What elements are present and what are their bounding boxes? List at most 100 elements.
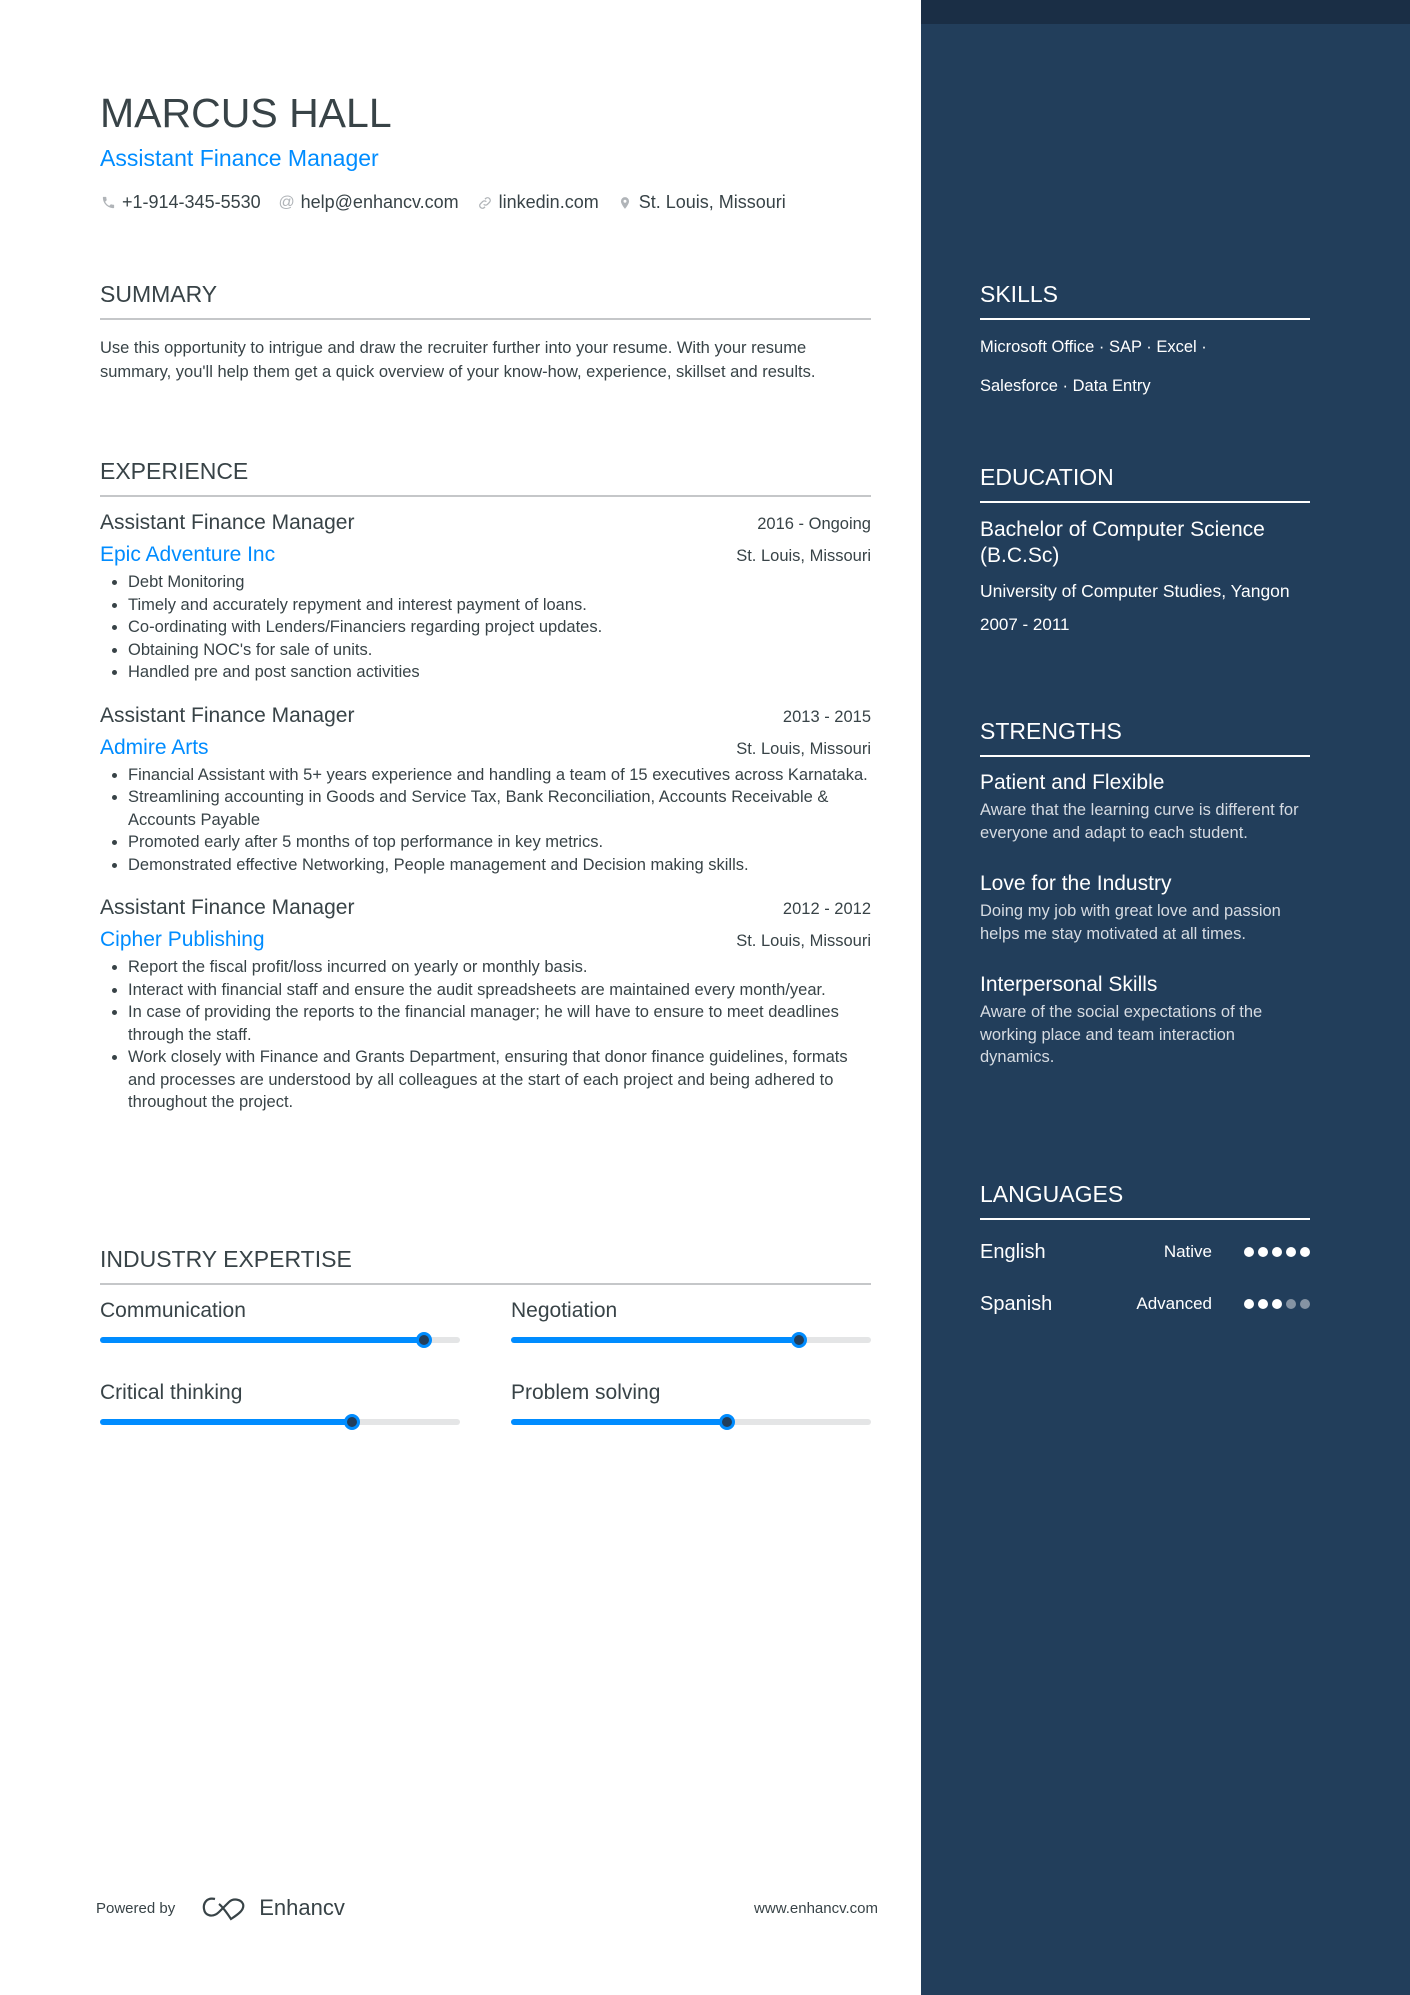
languages-heading: LANGUAGES [980,1181,1310,1220]
bullet: Demonstrated effective Networking, Peopl… [128,854,871,877]
job-entry: Assistant Finance Manager 2013 - 2015 Ad… [100,704,871,877]
location-pin-icon [617,195,633,211]
job-company: Cipher Publishing [100,928,265,951]
bullet: Report the fiscal profit/loss incurred o… [128,956,871,979]
bullet: Timely and accurately repyment and inter… [128,594,871,617]
candidate-name: MARCUS HALL [100,90,392,136]
rating-dot-empty [1286,1299,1296,1309]
phone-icon [100,195,116,210]
education-heading: EDUCATION [980,464,1310,503]
job-location: St. Louis, Missouri [736,547,871,565]
contact-email-text: help@enhancv.com [300,192,459,212]
expertise-bar-knob [416,1332,432,1348]
strengths-section: STRENGTHS Patient and Flexible Aware tha… [980,718,1310,1069]
candidate-title: Assistant Finance Manager [100,145,379,171]
job-title: Assistant Finance Manager [100,511,355,534]
footer-url[interactable]: www.enhancv.com [754,1900,878,1917]
language-name: Spanish [980,1292,1053,1315]
expertise-label: Critical thinking [100,1381,243,1404]
expertise-bar-fill [100,1337,424,1343]
job-bullets: Financial Assistant with 5+ years experi… [100,764,871,877]
expertise-label: Problem solving [511,1381,661,1404]
footer: Powered by Enhancv www.enhancv.com [96,1895,878,1921]
bullet: Debt Monitoring [128,571,871,594]
expertise-grid: Communication Negotiation Critical think… [100,1299,871,1430]
bullet: Streamlining accounting in Goods and Ser… [128,786,871,831]
language-rating [1244,1247,1310,1257]
expertise-bar [511,1414,871,1430]
job-entry: Assistant Finance Manager 2016 - Ongoing… [100,511,871,684]
experience-section: EXPERIENCE Assistant Finance Manager 201… [100,458,871,1114]
education-section: EDUCATION Bachelor of Computer Science (… [980,464,1310,635]
job-date: 2013 - 2015 [782,707,871,726]
rating-dot-filled [1258,1247,1268,1257]
expertise-bar [100,1414,460,1430]
rating-dot-filled [1244,1299,1254,1309]
rating-dot-filled [1272,1247,1282,1257]
language-item: English Native [980,1238,1310,1266]
expertise-bar [100,1332,460,1348]
rating-dot-empty [1300,1299,1310,1309]
strength-desc: Doing my job with great love and passion… [980,902,1281,943]
contact-phone-text: +1-914-345-5530 [122,192,261,212]
expertise-item: Critical thinking [100,1381,460,1430]
language-item: Spanish Advanced [980,1290,1310,1318]
expertise-item: Problem solving [511,1381,871,1430]
sidebar-top-strip [921,0,1410,24]
education-date: 2007 - 2011 [980,615,1070,634]
enhancv-logo[interactable]: Enhancv [201,1895,345,1921]
enhancv-logo-icon [202,1897,245,1921]
job-date: 2012 - 2012 [782,900,871,918]
rating-dot-filled [1244,1247,1254,1257]
skills-line: Salesforce · Data Entry [980,377,1151,395]
bullet: Obtaining NOC's for sale of units. [128,639,871,662]
strengths-heading: STRENGTHS [980,718,1310,757]
contact-location-text: St. Louis, Missouri [638,192,786,212]
bullet: In case of providing the reports to the … [128,1001,871,1046]
at-icon: @ [278,193,295,211]
contact-linkedin-text: linkedin.com [498,192,599,212]
strength-item: Love for the Industry Doing my job with … [980,872,1310,945]
strength-desc: Aware that the learning curve is differe… [980,801,1299,842]
bullet: Promoted early after 5 months of top per… [128,831,871,854]
expertise-bar-knob [791,1332,807,1348]
bullet: Financial Assistant with 5+ years experi… [128,764,871,787]
contact-linkedin[interactable]: linkedin.com [477,192,599,213]
education-degree: Bachelor of Computer Science (B.C.Sc) [980,518,1265,567]
rating-dot-filled [1272,1299,1282,1309]
job-entry: Assistant Finance Manager 2012 - 2012 Ci… [100,896,871,1114]
strength-item: Interpersonal Skills Aware of the social… [980,973,1310,1069]
experience-heading: EXPERIENCE [100,458,871,497]
expertise-heading: INDUSTRY EXPERTISE [100,1246,871,1285]
skills-section: SKILLS Microsoft Office · SAP · Excel · … [980,281,1310,406]
job-title: Assistant Finance Manager [100,896,355,919]
main-column: MARCUS HALL Assistant Finance Manager +1… [0,0,921,1995]
bullet: Work closely with Finance and Grants Dep… [128,1046,871,1114]
job-date: 2016 - Ongoing [757,515,871,533]
expertise-bar-fill [100,1419,352,1425]
summary-text: Use this opportunity to intrigue and dra… [100,339,816,381]
job-company: Epic Adventure Inc [100,543,276,566]
strength-desc: Aware of the social expectations of the … [980,1003,1263,1066]
strength-title: Patient and Flexible [980,771,1165,794]
summary-heading: SUMMARY [100,281,871,320]
strength-title: Love for the Industry [980,872,1172,895]
summary-section: SUMMARY Use this opportunity to intrigue… [100,281,871,384]
language-rating [1244,1299,1310,1309]
expertise-bar-fill [511,1337,799,1343]
job-company: Admire Arts [100,735,209,759]
job-location: St. Louis, Missouri [736,932,871,950]
expertise-item: Communication [100,1299,460,1348]
skills-list: Microsoft Office · SAP · Excel · Salesfo… [980,328,1310,406]
strength-title: Interpersonal Skills [980,973,1158,996]
expertise-bar [511,1332,871,1348]
rating-dot-filled [1300,1247,1310,1257]
strength-item: Patient and Flexible Aware that the lear… [980,771,1310,844]
rating-dot-filled [1258,1299,1268,1309]
contact-email[interactable]: @ help@enhancv.com [279,192,459,213]
bullet: Interact with financial staff and ensure… [128,979,871,1002]
job-bullets: Debt Monitoring Timely and accurately re… [100,571,871,684]
expertise-bar-fill [511,1419,727,1425]
sidebar: SKILLS Microsoft Office · SAP · Excel · … [921,0,1410,1995]
contact-phone[interactable]: +1-914-345-5530 [100,192,261,213]
